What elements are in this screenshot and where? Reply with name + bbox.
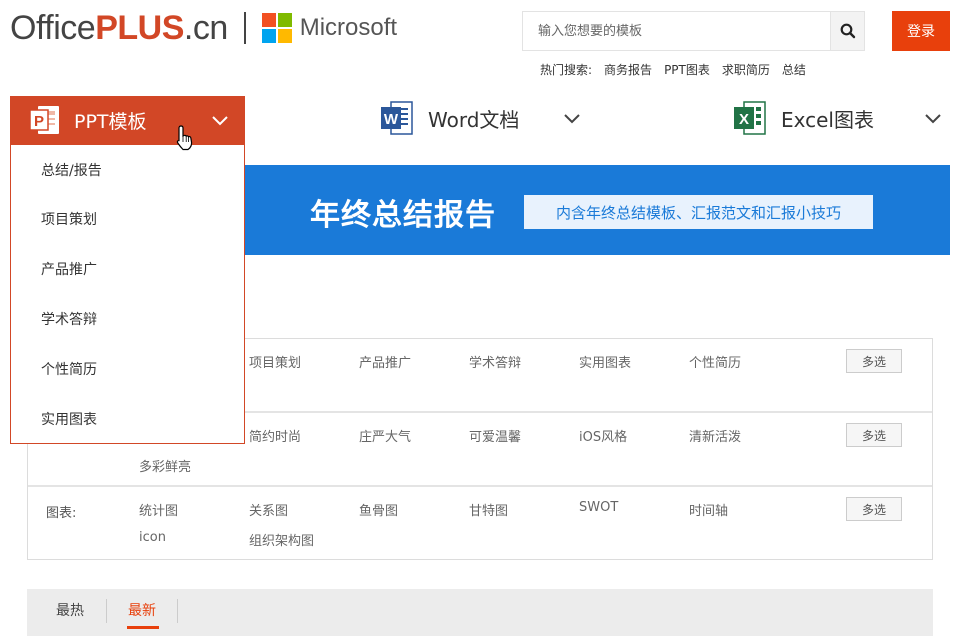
tab-divider xyxy=(106,599,107,623)
site-logo[interactable]: Office PLUS .cn Microsoft xyxy=(10,8,397,48)
dropdown-item[interactable]: 个性简历 xyxy=(11,345,244,395)
hot-search-bar: 热门搜索: 商务报告 PPT图表 求职简历 总结 xyxy=(540,61,806,78)
category-excel-label: Excel图表 xyxy=(781,107,874,132)
login-button[interactable]: 登录 xyxy=(892,11,950,51)
banner-title: 年终总结报告 xyxy=(310,198,496,233)
logo-divider xyxy=(243,12,246,44)
chevron-down-icon xyxy=(212,116,228,126)
logo-office-text: Office xyxy=(10,8,96,47)
hand-cursor-icon xyxy=(176,125,193,151)
search-icon xyxy=(840,23,855,39)
filter-tag[interactable]: 统计图 xyxy=(139,500,178,519)
category-word-label: Word文档 xyxy=(428,107,520,132)
hot-search-item[interactable]: 商务报告 xyxy=(604,61,652,78)
dropdown-item[interactable]: 学术答辩 xyxy=(11,295,244,345)
search-button[interactable] xyxy=(830,12,864,50)
filter-tag[interactable]: 学术答辩 xyxy=(469,352,521,371)
filter-tag[interactable]: 庄严大气 xyxy=(359,426,411,445)
filter-tag[interactable]: 多彩鲜亮 xyxy=(139,456,191,475)
logo-plus-text: PLUS xyxy=(95,8,184,47)
banner-subtitle: 内含年终总结模板、汇报范文和汇报小技巧 xyxy=(524,195,873,229)
category-ppt-label: PPT模板 xyxy=(74,110,147,133)
logo-cn-text: .cn xyxy=(183,8,228,47)
ppt-dropdown-menu: 总结/报告 项目策划 产品推广 学术答辩 个性简历 实用图表 xyxy=(10,144,245,444)
filter-tag[interactable]: SWOT xyxy=(579,500,618,515)
multi-select-button[interactable]: 多选 xyxy=(846,349,902,373)
filter-tag[interactable]: 个性简历 xyxy=(689,352,741,371)
filter-tag[interactable]: 产品推广 xyxy=(359,352,411,371)
filter-label-charts: 图表: xyxy=(46,506,77,521)
chevron-down-icon xyxy=(925,114,941,124)
filter-tag[interactable]: 实用图表 xyxy=(579,352,631,371)
tab-divider xyxy=(177,599,178,623)
svg-text:X: X xyxy=(739,111,749,128)
filter-tag[interactable]: 鱼骨图 xyxy=(359,500,398,519)
hot-search-item[interactable]: 求职简历 xyxy=(722,61,770,78)
dropdown-item[interactable]: 实用图表 xyxy=(11,395,244,445)
category-word[interactable]: W Word文档 xyxy=(380,100,581,136)
search-input[interactable] xyxy=(523,12,830,50)
svg-text:P: P xyxy=(34,113,44,130)
chevron-down-icon xyxy=(564,114,581,124)
microsoft-logo-icon xyxy=(261,13,292,43)
excel-icon: X xyxy=(734,101,766,135)
filter-tag[interactable]: 可爱温馨 xyxy=(469,426,521,445)
filter-tag[interactable]: icon xyxy=(139,530,166,545)
sort-tabs: 最热 最新 xyxy=(27,589,933,636)
filter-tag[interactable]: 简约时尚 xyxy=(249,426,301,445)
svg-text:W: W xyxy=(384,111,399,128)
dropdown-item[interactable]: 项目策划 xyxy=(11,195,244,245)
hot-search-item[interactable]: 总结 xyxy=(782,61,806,78)
filter-tag[interactable]: 组织架构图 xyxy=(249,530,314,549)
hot-search-item[interactable]: PPT图表 xyxy=(664,61,710,78)
search-box xyxy=(522,11,865,51)
hot-search-label: 热门搜索: xyxy=(540,63,593,77)
dropdown-item[interactable]: 产品推广 xyxy=(11,245,244,295)
filter-tag[interactable]: 关系图 xyxy=(249,500,288,519)
powerpoint-icon: P xyxy=(29,106,59,134)
word-icon: W xyxy=(381,101,413,135)
active-tab-indicator xyxy=(127,626,159,629)
filter-tag[interactable]: 项目策划 xyxy=(249,352,301,371)
filter-tag[interactable]: 时间轴 xyxy=(689,500,728,519)
tab-hottest[interactable]: 最热 xyxy=(56,600,84,620)
filter-tag[interactable]: 甘特图 xyxy=(469,500,508,519)
tab-newest[interactable]: 最新 xyxy=(128,600,156,620)
multi-select-button[interactable]: 多选 xyxy=(846,423,902,447)
category-ppt[interactable]: P PPT模板 xyxy=(10,96,245,144)
dropdown-item[interactable]: 总结/报告 xyxy=(11,145,244,195)
microsoft-text: Microsoft xyxy=(299,14,398,41)
filter-tag[interactable]: 清新活泼 xyxy=(689,426,741,445)
multi-select-button[interactable]: 多选 xyxy=(846,497,902,521)
filter-tag[interactable]: iOS风格 xyxy=(579,426,627,445)
category-excel[interactable]: X Excel图表 xyxy=(733,100,942,136)
filter-row xyxy=(28,487,932,559)
